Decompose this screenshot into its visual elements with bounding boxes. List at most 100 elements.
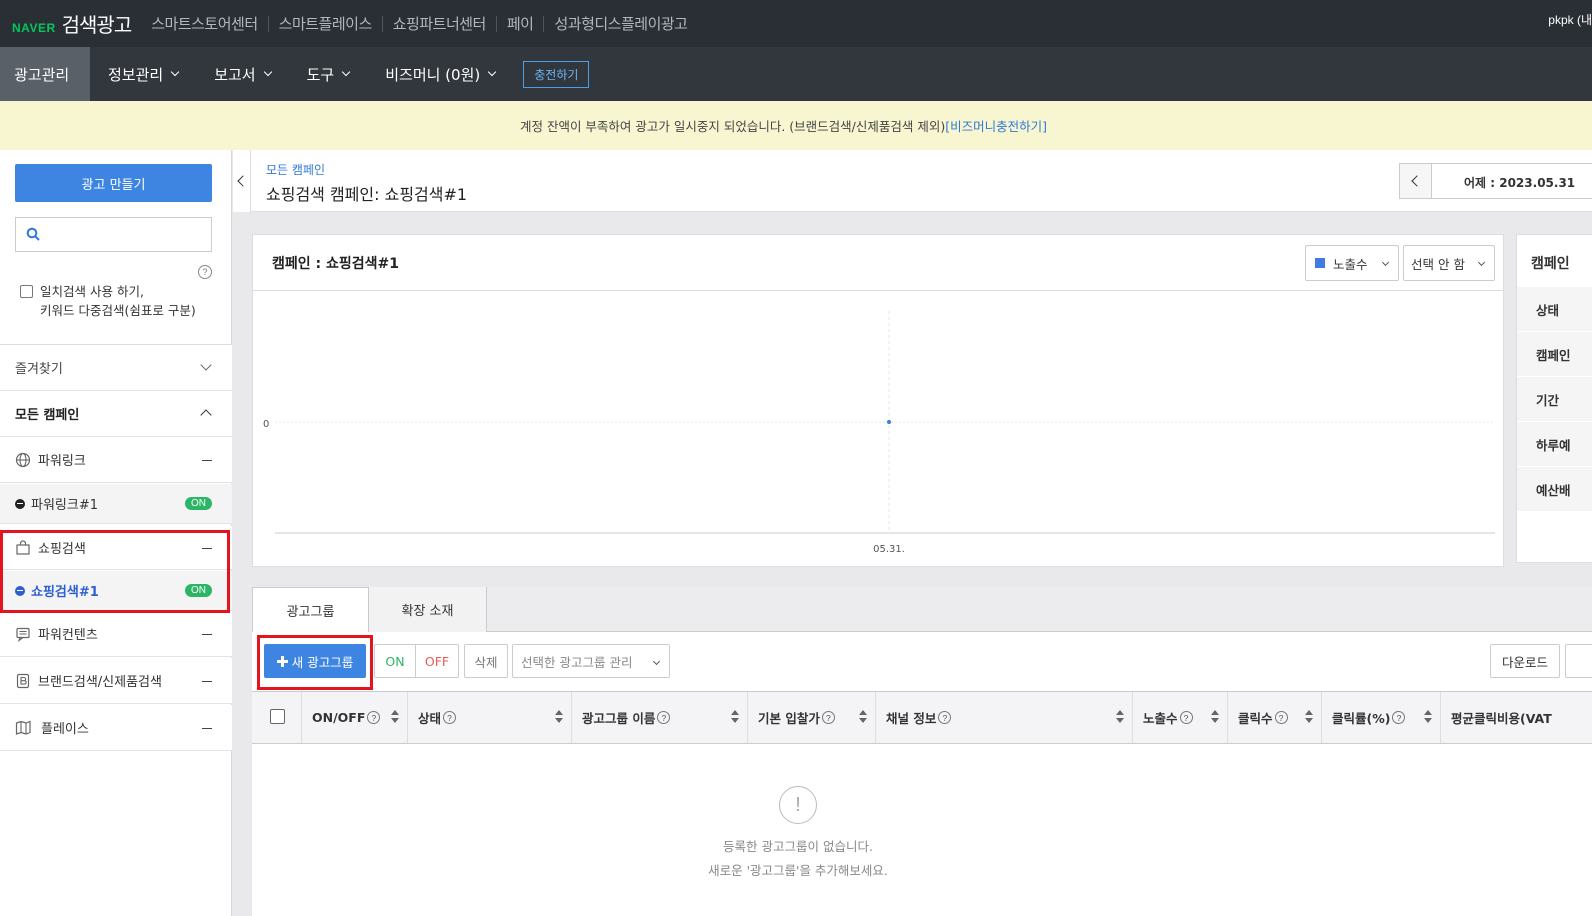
collapse-icon[interactable] [202, 727, 212, 729]
page-title: 쇼핑검색 캠페인: 쇼핑검색#1 [266, 185, 468, 204]
help-icon[interactable]: ? [443, 711, 457, 724]
th-label: 클릭수 [1238, 711, 1273, 726]
y-tick-label: 0 [263, 419, 269, 430]
help-icon[interactable]: ? [657, 711, 671, 724]
info-row-budget-distribution: 예산배 [1517, 467, 1592, 512]
help-icon[interactable]: ? [1179, 711, 1193, 724]
help-icon[interactable]: ? [821, 711, 835, 724]
service-link-display-ads[interactable]: 성과형디스플레이광고 [543, 15, 697, 32]
campaign-search-input[interactable] [15, 217, 212, 252]
favorites-label: 즐겨찾기 [15, 362, 63, 377]
nav-label: 비즈머니 (0원) [385, 65, 481, 84]
service-link-shopping-partner[interactable]: 쇼핑파트너센터 [381, 15, 496, 32]
th-select-all [252, 692, 302, 743]
date-range-select[interactable]: 어제 : 2023.05.31 [1432, 163, 1592, 199]
th-status[interactable]: 상태? [408, 692, 572, 743]
empty-alert-icon: ! [779, 786, 817, 824]
help-icon[interactable]: ? [938, 711, 952, 724]
sidebar-group-powercontents[interactable]: 파워컨텐츠 [0, 611, 232, 657]
th-label: 클릭률(%) [1332, 711, 1391, 726]
sidebar-group-powerlink[interactable]: 파워링크 [0, 437, 232, 483]
nav-ad-management[interactable]: 광고관리 [0, 47, 90, 101]
sidebar-group-place[interactable]: 플레이스 [0, 705, 232, 751]
sidebar-collapse-button[interactable] [233, 150, 251, 212]
nav-info-management[interactable]: 정보관리 [90, 47, 196, 101]
help-icon[interactable]: ? [1392, 711, 1406, 724]
sidebar-item-powerlink-1[interactable]: 파워링크#1 ON [0, 484, 232, 524]
user-name[interactable]: pkpk (내 [1548, 11, 1592, 28]
powercontents-label: 파워컨텐츠 [38, 628, 98, 643]
compare-select[interactable]: 선택 안 함 [1403, 245, 1495, 281]
metric-select[interactable]: 노출수 [1305, 245, 1399, 281]
chevron-left-icon [237, 175, 249, 187]
off-button[interactable]: OFF [415, 644, 459, 678]
sort-icon[interactable] [1305, 710, 1313, 724]
help-icon[interactable]: ? [367, 711, 381, 724]
tab-extensions[interactable]: 확장 소재 [369, 587, 487, 632]
sort-icon[interactable] [391, 710, 399, 724]
collapse-icon[interactable] [202, 633, 212, 635]
download-button[interactable]: 다운로드 [1490, 644, 1560, 678]
chevron-down-icon [170, 67, 180, 77]
delete-button[interactable]: 삭제 [464, 644, 508, 678]
service-link-pay[interactable]: 페이 [495, 15, 544, 32]
th-default-bid[interactable]: 기본 입찰가? [748, 692, 876, 743]
help-icon[interactable]: ? [1274, 711, 1288, 724]
nav-label: 정보관리 [108, 65, 164, 84]
service-link-smartstore[interactable]: 스마트스토어센터 [141, 16, 267, 32]
nav-label: 도구 [306, 65, 335, 84]
th-avg-cpc[interactable]: 평균클릭비용(VAT [1441, 692, 1592, 743]
on-button[interactable]: ON [374, 644, 416, 678]
more-button[interactable] [1565, 644, 1592, 678]
table-header: ON/OFF? 상태? 광고그룹 이름? 기본 입찰가? 채널 정보? 노출수?… [252, 691, 1592, 744]
on-badge[interactable]: ON [185, 496, 212, 510]
nav-reports[interactable]: 보고서 [196, 47, 288, 101]
charge-button[interactable]: 충전하기 [523, 60, 590, 88]
manage-selected-select[interactable]: 선택한 광고그룹 관리 [512, 644, 670, 678]
exact-search-label: 일치검색 사용 하기, 키워드 다중검색(쉼표로 구분) [40, 282, 196, 320]
sort-icon[interactable] [1116, 710, 1124, 724]
exact-search-checkbox[interactable] [20, 285, 33, 298]
sort-icon[interactable] [859, 710, 867, 724]
main-nav: 광고관리 정보관리 보고서 도구 비즈머니 (0원) 충전하기 [0, 47, 1592, 101]
gutter [232, 212, 252, 916]
create-ad-button[interactable]: 광고 만들기 [15, 164, 212, 202]
brand-b-icon [16, 673, 30, 688]
nav-bizmoney[interactable]: 비즈머니 (0원) [367, 47, 513, 101]
th-clicks[interactable]: 클릭수? [1228, 692, 1322, 743]
brand-label: 브랜드검색/신제품검색 [38, 675, 162, 690]
bizmoney-charge-link[interactable]: [비즈머니충전하기] [945, 116, 1047, 135]
nav-tools[interactable]: 도구 [289, 47, 368, 101]
th-label: 기본 입찰가 [758, 711, 820, 726]
powerlink-1-label: 파워링크#1 [31, 498, 99, 513]
sort-icon[interactable] [1424, 710, 1432, 724]
th-onoff[interactable]: ON/OFF? [302, 692, 408, 743]
paused-icon [15, 498, 25, 509]
tab-adgroups[interactable]: 광고그룹 [252, 587, 369, 633]
sidebar-favorites[interactable]: 즐겨찾기 [0, 345, 232, 391]
top-bar: NAVER 검색광고 스마트스토어센터 스마트플레이스 쇼핑파트너센터 페이 성… [0, 0, 1592, 47]
nav-label: 보고서 [214, 65, 256, 84]
sort-icon[interactable] [1211, 710, 1219, 724]
th-impressions[interactable]: 노출수? [1133, 692, 1228, 743]
breadcrumb[interactable]: 모든 캠페인 [266, 161, 325, 178]
th-adgroup-name[interactable]: 광고그룹 이름? [572, 692, 748, 743]
empty-state-message: 등록한 광고그룹이 없습니다. 새로운 '광고그룹'을 추가해보세요. [652, 835, 944, 883]
select-all-checkbox[interactable] [270, 709, 285, 724]
help-icon[interactable]: ? [198, 265, 212, 279]
collapse-icon[interactable] [202, 680, 212, 682]
th-label: 광고그룹 이름 [582, 711, 656, 726]
service-link-smartplace[interactable]: 스마트플레이스 [267, 15, 382, 32]
sort-icon[interactable] [555, 710, 563, 724]
th-label: 채널 정보 [886, 711, 937, 726]
th-ctr[interactable]: 클릭률(%)? [1322, 692, 1441, 743]
sort-icon[interactable] [731, 710, 739, 724]
naver-logo[interactable]: NAVER 검색광고 [12, 9, 132, 38]
date-prev-button[interactable] [1399, 163, 1432, 199]
chevron-down-icon [1477, 258, 1486, 267]
th-channel-info[interactable]: 채널 정보? [876, 692, 1133, 743]
sidebar-group-brand[interactable]: 브랜드검색/신제품검색 [0, 658, 232, 704]
sidebar-all-campaigns[interactable]: 모든 캠페인 [0, 391, 232, 437]
collapse-icon[interactable] [202, 459, 212, 461]
info-card-title: 캠페인 [1531, 256, 1570, 272]
